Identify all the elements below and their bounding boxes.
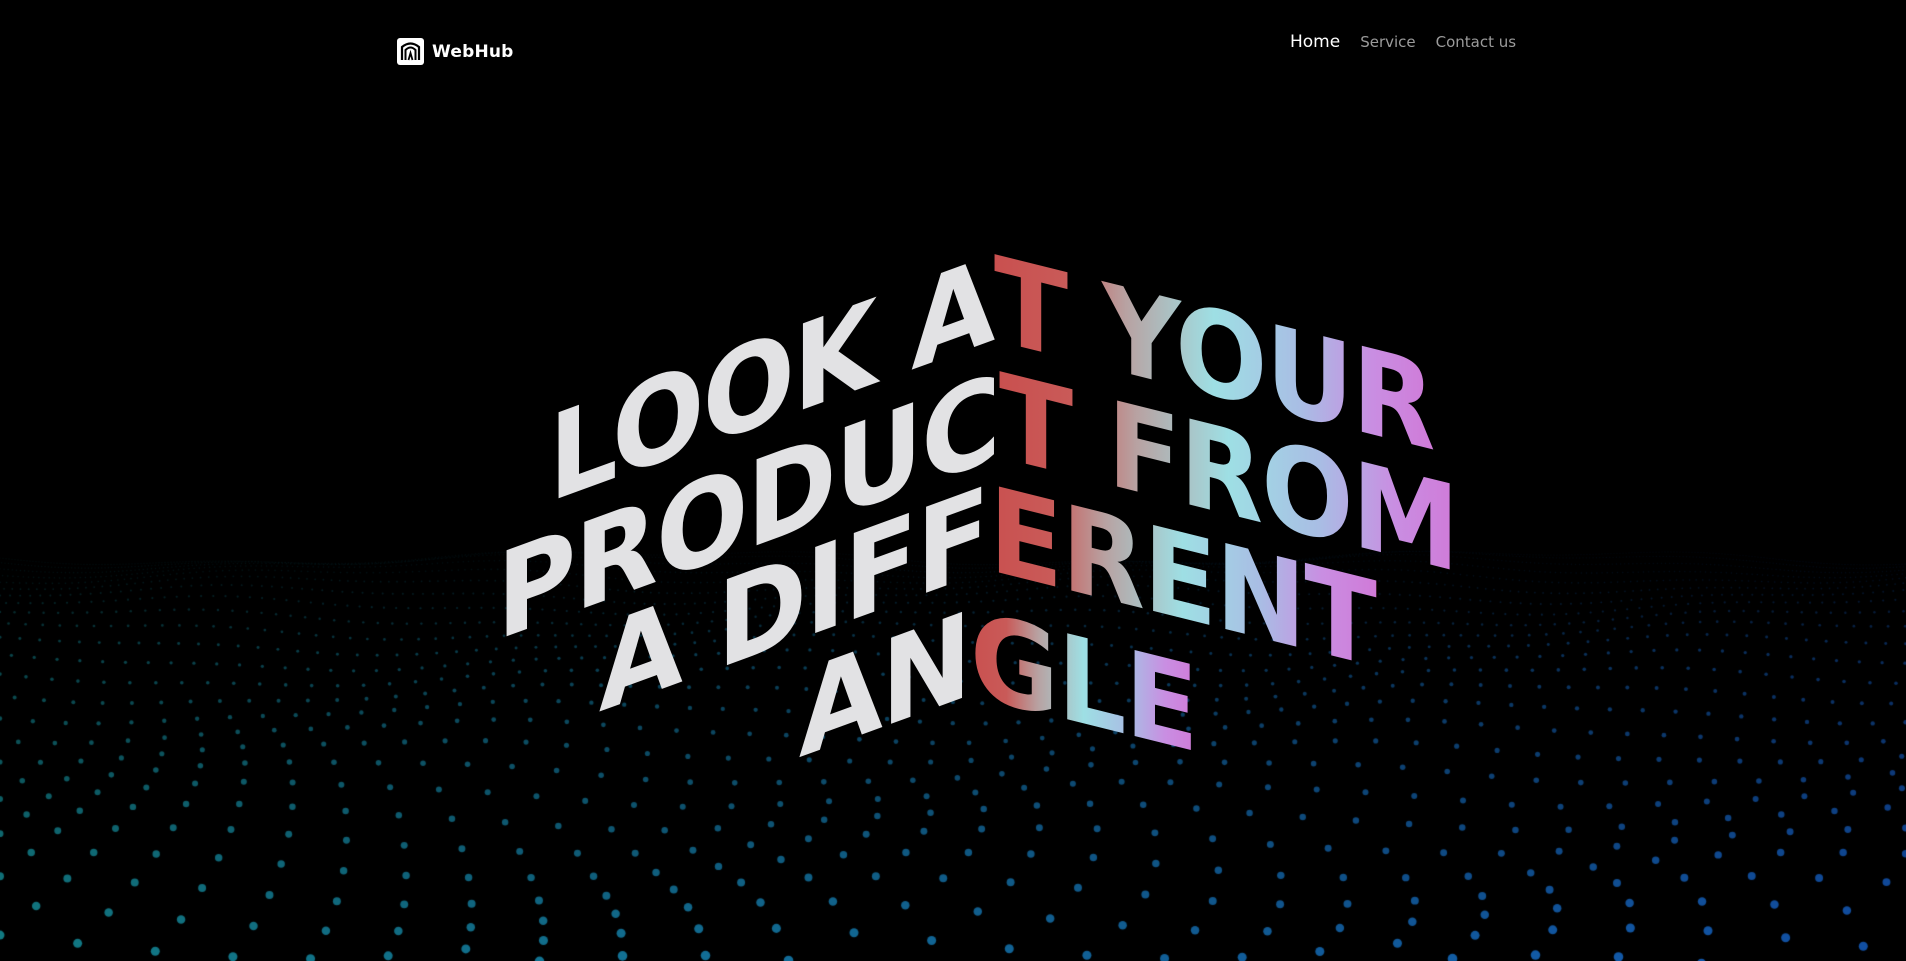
hero-headline: LOOK AT YOUR PRODUCT FROM A DIFFERENT AN…: [0, 0, 1906, 961]
nav-service[interactable]: Service: [1360, 33, 1415, 51]
site-header: WebHub Home Service Contact us: [0, 0, 1906, 110]
headline-line-4-right: GLE: [969, 585, 1197, 780]
headline-line-1: LOOK AT YOUR: [510, 230, 1471, 530]
headline-line-2: PRODUCT FROM: [453, 347, 1498, 668]
main-nav: Home Service Contact us: [1290, 32, 1516, 52]
headline-line-4: ANGLE: [784, 585, 1217, 785]
brand-name: WebHub: [432, 41, 514, 62]
headline-line-3: A DIFFERENT: [565, 460, 1410, 740]
webhub-logo-icon: [397, 38, 424, 65]
brand-logo[interactable]: WebHub: [397, 38, 514, 65]
nav-contact[interactable]: Contact us: [1436, 33, 1516, 51]
headline-line-4-left: AN: [798, 585, 970, 786]
page: WebHub Home Service Contact us LOOK AT Y…: [0, 0, 1906, 961]
nav-home[interactable]: Home: [1290, 32, 1340, 52]
